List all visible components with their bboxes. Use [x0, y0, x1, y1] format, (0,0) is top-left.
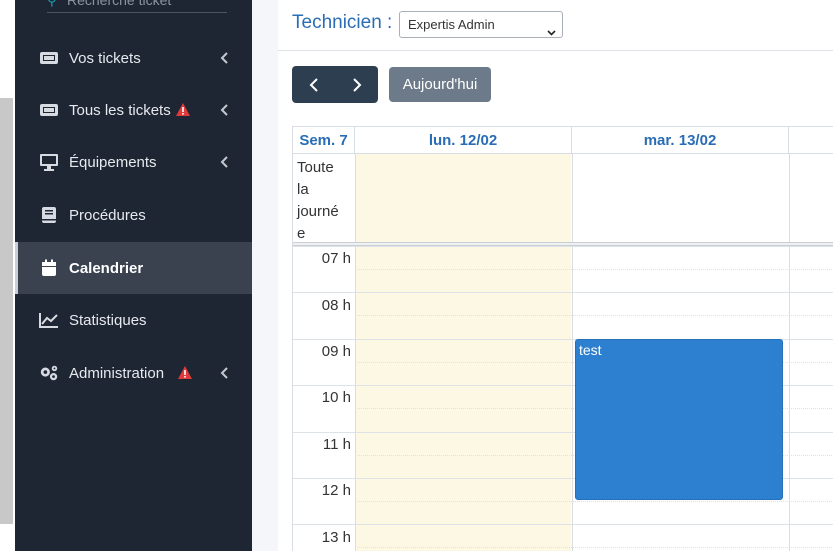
chart-line-icon: [39, 310, 59, 330]
sidebar-item-calendrier[interactable]: Calendrier: [15, 242, 252, 294]
week-calendar: Sem. 7 lun. 12/02 mar. 13/02 Toute la jo…: [292, 126, 833, 551]
hour-label: 11 h: [322, 436, 351, 453]
today-button[interactable]: Aujourd'hui: [389, 67, 491, 102]
prev-week-button[interactable]: [292, 66, 335, 103]
hour-label: 13 h: [321, 529, 351, 546]
sidebar-item-label: Procédures: [69, 206, 146, 224]
chevron-down-icon: [547, 20, 556, 36]
hour-label: 07 h: [321, 250, 351, 267]
hour-line: [293, 246, 833, 247]
book-icon: [39, 205, 59, 225]
sidebar-item-label: Administration: [69, 364, 165, 382]
chevron-left-icon: [219, 155, 231, 169]
hour-label: 12 h: [321, 482, 351, 499]
gears-icon: [39, 363, 59, 383]
hour-line: [293, 524, 833, 525]
scrollbar[interactable]: [0, 98, 13, 524]
column-divider: [572, 154, 573, 551]
calendar-event[interactable]: test: [575, 339, 783, 500]
technician-label: Technicien :: [292, 12, 393, 33]
ticket-icon: [39, 48, 59, 68]
chevron-left-icon: [219, 366, 231, 380]
warning-icon: [175, 102, 191, 118]
ticket-search[interactable]: ⚲ Recherche ticket: [47, 0, 227, 13]
half-hour-line: [355, 547, 833, 548]
hour-label: 09 h: [321, 343, 351, 360]
next-week-button[interactable]: [335, 66, 378, 103]
half-hour-line: [355, 501, 833, 502]
chevron-right-icon: [352, 77, 361, 92]
sidebar-item-label: Calendrier: [69, 259, 144, 277]
sidebar-item-administration[interactable]: Administration: [15, 347, 252, 399]
day-header-next[interactable]: [789, 126, 833, 154]
page-gutter: [0, 0, 15, 551]
technician-select-value: Expertis Admin: [408, 17, 495, 32]
sidebar-item-label: Vos tickets: [69, 49, 141, 67]
sidebar-item-vos-tickets[interactable]: Vos tickets: [15, 32, 252, 84]
sidebar: ⚲ Recherche ticket Vos tickets Tous les …: [15, 0, 252, 551]
column-divider: [355, 154, 356, 551]
search-icon: ⚲: [47, 0, 57, 8]
event-title: test: [579, 342, 602, 358]
sidebar-item-label: Tous les tickets: [69, 101, 171, 119]
hour-label: 08 h: [321, 297, 351, 314]
ticket-icon: [39, 100, 59, 120]
desktop-icon: [39, 152, 59, 172]
all-day-label: Toute la journé e: [297, 159, 339, 242]
half-hour-line: [355, 269, 833, 270]
column-divider: [789, 154, 790, 551]
sidebar-item-tous-les-tickets[interactable]: Tous les tickets: [15, 84, 252, 136]
chevron-left-icon: [309, 77, 318, 92]
technician-bar: Technicien : Expertis Admin: [278, 0, 833, 51]
sidebar-item-statistiques[interactable]: Statistiques: [15, 294, 252, 346]
half-hour-line: [355, 315, 833, 316]
main-content: Technicien : Expertis Admin Aujourd'hui …: [278, 0, 833, 551]
hour-line: [293, 292, 833, 293]
today-column-highlight: [355, 154, 571, 551]
warning-icon: [177, 365, 193, 381]
sidebar-item-procedures[interactable]: Procédures: [15, 189, 252, 241]
week-number[interactable]: Sem. 7: [293, 126, 355, 154]
chevron-left-icon: [219, 51, 231, 65]
week-nav-group: [292, 66, 378, 103]
sidebar-item-label: Équipements: [69, 153, 157, 171]
calendar-icon: [39, 258, 59, 278]
chevron-left-icon: [219, 103, 231, 117]
day-header[interactable]: mar. 13/02: [572, 126, 789, 154]
ticket-search-input[interactable]: Recherche ticket: [67, 0, 171, 8]
sidebar-item-equipements[interactable]: Équipements: [15, 136, 252, 188]
hour-label: 10 h: [321, 389, 351, 406]
technician-select[interactable]: Expertis Admin: [399, 11, 563, 38]
day-header[interactable]: lun. 12/02: [355, 126, 572, 154]
sidebar-item-label: Statistiques: [69, 311, 147, 329]
